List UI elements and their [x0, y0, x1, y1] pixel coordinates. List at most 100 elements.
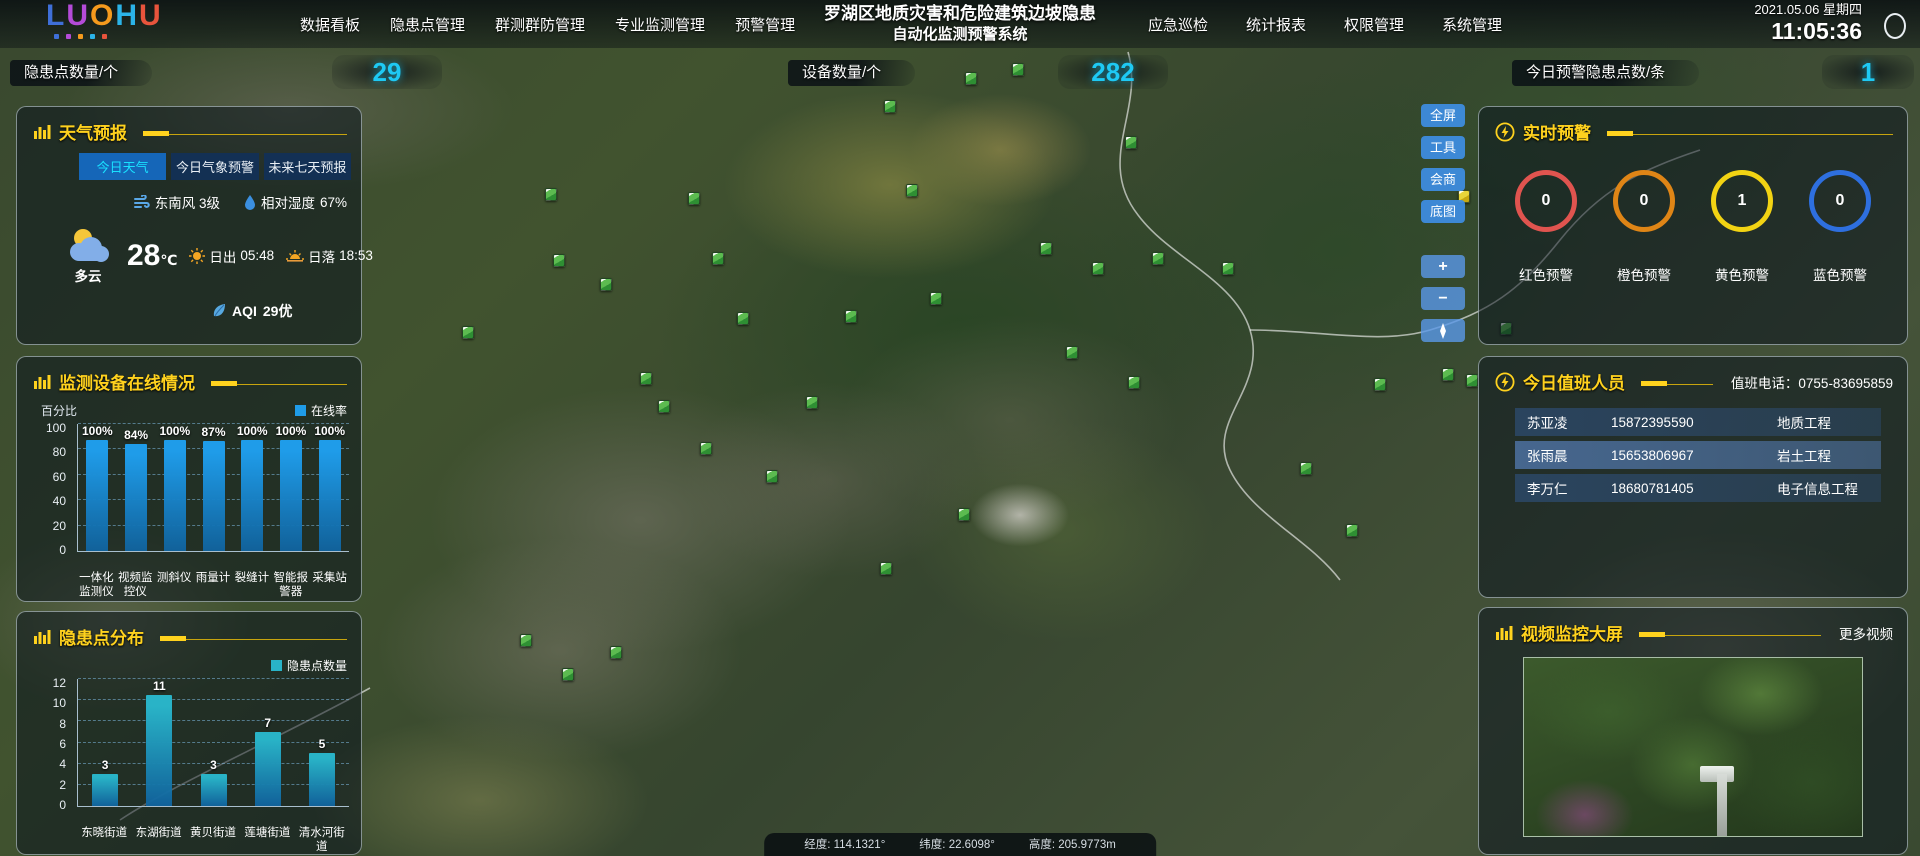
monitoring-point-marker[interactable] [845, 310, 857, 323]
monitoring-point-marker[interactable] [1152, 252, 1164, 265]
compass-button[interactable] [1421, 319, 1465, 342]
monitoring-point-marker[interactable] [553, 254, 565, 267]
bar [309, 753, 335, 806]
bar-一体化监测仪: 100% [78, 424, 117, 551]
map-button-全屏[interactable]: 全屏 [1421, 104, 1465, 127]
monitoring-point-marker[interactable] [562, 668, 574, 681]
hazard-distribution-title: 隐患点分布 [59, 624, 144, 649]
stat-hazard-count-label: 隐患点数量/个 [10, 60, 152, 86]
wind-text: 东南风 3级 [155, 192, 220, 212]
legend-label: 在线率 [311, 402, 347, 419]
bar-value-label: 100% [314, 424, 345, 438]
device-online-chart: 百分比 在线率 100806040200 100%84%100%87%100%1… [17, 396, 361, 602]
nav-item-数据看板[interactable]: 数据看板 [300, 14, 360, 35]
nav-item-应急巡检[interactable]: 应急巡检 [1148, 14, 1208, 35]
monitoring-point-marker[interactable] [880, 562, 892, 575]
video-feed[interactable] [1523, 657, 1863, 837]
weather-tab-今日天气[interactable]: 今日天气 [79, 153, 166, 180]
more-videos-link[interactable]: 更多视频 [1839, 623, 1893, 643]
monitoring-point-marker[interactable] [958, 508, 970, 521]
y-tick: 20 [53, 520, 66, 532]
legend-swatch [271, 660, 282, 671]
video-wall-title: 视频监控大屏 [1521, 620, 1623, 645]
sunset-label: 日落 [308, 246, 335, 266]
monitoring-point-marker[interactable] [1040, 242, 1052, 255]
alert-circle: 0 [1809, 170, 1871, 232]
weather-tab-今日气象预警[interactable]: 今日气象预警 [171, 153, 258, 180]
x-label-雨量计: 雨量计 [194, 572, 233, 600]
alert-黄色预警: 1黄色预警 [1711, 170, 1773, 284]
logo-letter: O [90, 0, 115, 32]
nav-item-权限管理[interactable]: 权限管理 [1344, 14, 1404, 35]
panel-title-underline [211, 384, 347, 385]
monitoring-point-marker[interactable] [520, 634, 532, 647]
monitoring-point-marker[interactable] [640, 372, 652, 385]
nav-item-群测群防管理[interactable]: 群测群防管理 [495, 14, 585, 35]
nav-item-统计报表[interactable]: 统计报表 [1246, 14, 1306, 35]
duty-row: 张雨晨15653806967岩土工程 [1515, 441, 1881, 469]
monitoring-point-marker[interactable] [1125, 136, 1137, 149]
bar [280, 440, 302, 551]
monitoring-point-marker[interactable] [700, 442, 712, 455]
monitoring-point-marker[interactable] [1300, 462, 1312, 475]
alert-label: 橙色预警 [1617, 264, 1671, 284]
bar-value-label: 7 [264, 716, 271, 730]
sunrise-time: 05:48 [240, 248, 274, 263]
alert-circle: 0 [1613, 170, 1675, 232]
logo-text: LUOHU [46, 1, 163, 31]
monitoring-point-marker[interactable] [1374, 378, 1386, 391]
nav-item-系统管理[interactable]: 系统管理 [1442, 14, 1502, 35]
monitoring-point-marker[interactable] [1128, 376, 1140, 389]
monitoring-point-marker[interactable] [600, 278, 612, 291]
logo-subtext-dots [54, 34, 163, 39]
monitoring-point-marker[interactable] [1222, 262, 1234, 275]
current-date: 2021.05.06 星期四 [1754, 3, 1862, 18]
weather-tab-未来七天预报[interactable]: 未来七天预报 [264, 153, 351, 180]
monitoring-point-marker[interactable] [1092, 262, 1104, 275]
monitoring-point-marker[interactable] [965, 72, 977, 85]
x-label-智能报警器: 智能报警器 [271, 572, 310, 600]
x-label-裂缝计: 裂缝计 [232, 572, 271, 600]
monitoring-point-marker[interactable] [712, 252, 724, 265]
nav-item-预警管理[interactable]: 预警管理 [735, 14, 795, 35]
stat-device-count-label: 设备数量/个 [788, 60, 915, 86]
user-circle-icon[interactable] [1884, 13, 1906, 39]
monitoring-point-marker[interactable] [1466, 374, 1478, 387]
monitoring-point-marker[interactable] [906, 184, 918, 197]
map-control-buttons: 全屏工具会商底图 + − [1421, 104, 1465, 342]
altitude-readout: 高度: 205.9773m [1029, 836, 1116, 852]
monitoring-point-marker[interactable] [766, 470, 778, 483]
map-button-工具[interactable]: 工具 [1421, 136, 1465, 159]
monitoring-point-marker[interactable] [1012, 63, 1024, 76]
map-button-底图[interactable]: 底图 [1421, 200, 1465, 223]
monitoring-point-marker[interactable] [688, 192, 700, 205]
duty-row: 苏亚凌15872395590地质工程 [1515, 408, 1881, 436]
hazard-distribution-chart: 隐患点数量 121086420 311375 东晓街道东湖街道黄贝街道莲塘街道清… [17, 651, 361, 856]
monitoring-point-marker[interactable] [1442, 368, 1454, 381]
bar [241, 440, 263, 551]
nav-item-隐患点管理[interactable]: 隐患点管理 [390, 14, 465, 35]
monitoring-point-marker[interactable] [462, 326, 474, 339]
sunrise-icon [189, 248, 205, 264]
y-tick: 100 [46, 422, 66, 434]
monitoring-point-marker[interactable] [658, 400, 670, 413]
longitude-readout: 经度: 114.1321° [804, 836, 885, 852]
x-label-一体化监测仪: 一体化监测仪 [77, 572, 116, 600]
zoom-out-button[interactable]: − [1421, 287, 1465, 310]
nav-item-专业监测管理[interactable]: 专业监测管理 [615, 14, 705, 35]
monitoring-point-marker[interactable] [545, 188, 557, 201]
monitoring-point-marker[interactable] [806, 396, 818, 409]
monitoring-point-marker[interactable] [1346, 524, 1358, 537]
monitoring-point-marker[interactable] [930, 292, 942, 305]
y-tick: 10 [53, 697, 66, 709]
weather-panel: 天气预报 今日天气今日气象预警未来七天预报 东南风 3级 相对湿度 67% 多云… [16, 106, 362, 345]
map-button-会商[interactable]: 会商 [1421, 168, 1465, 191]
monitoring-point-marker[interactable] [1066, 346, 1078, 359]
monitoring-point-marker[interactable] [610, 646, 622, 659]
y-axis-ticks: 100806040200 [17, 418, 73, 552]
duty-personnel-panel: 今日值班人员 值班电话：0755-83695859 苏亚凌15872395590… [1478, 356, 1908, 598]
monitoring-point-marker[interactable] [737, 312, 749, 325]
x-label-莲塘街道: 莲塘街道 [242, 827, 292, 855]
zoom-in-button[interactable]: + [1421, 255, 1465, 278]
monitoring-point-marker[interactable] [884, 100, 896, 113]
